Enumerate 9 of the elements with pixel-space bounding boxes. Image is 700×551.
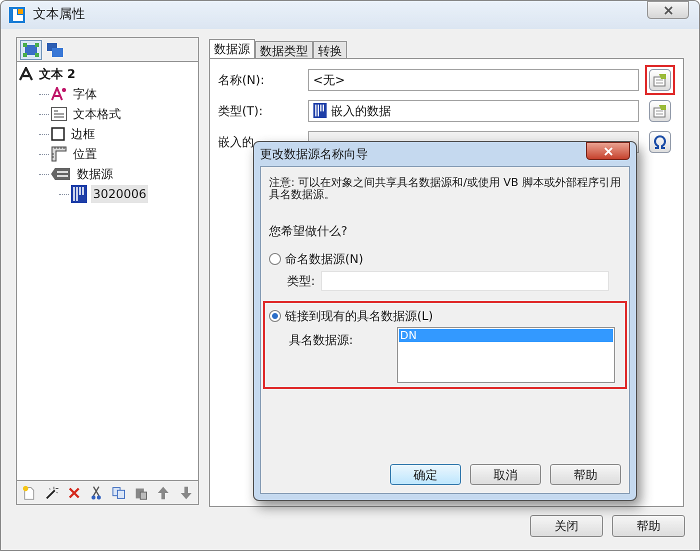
field-label: 类型: — [287, 273, 316, 290]
question-text: 您希望做什么? — [269, 223, 348, 240]
field-label: 类型(T): — [218, 102, 264, 120]
field-label: 嵌入的 — [218, 134, 255, 150]
field-label: 具名数据源: — [289, 332, 354, 349]
dialog-title: 更改数据源名称向导 — [260, 146, 368, 163]
window-title: 文本属性 — [33, 6, 85, 24]
note-text: 注意: 可以在对象之间共享具名数据源和/或使用 VB 脚本或外部程序引用具名数据源。 — [269, 177, 622, 201]
field-label: 名称(N): — [218, 72, 266, 88]
